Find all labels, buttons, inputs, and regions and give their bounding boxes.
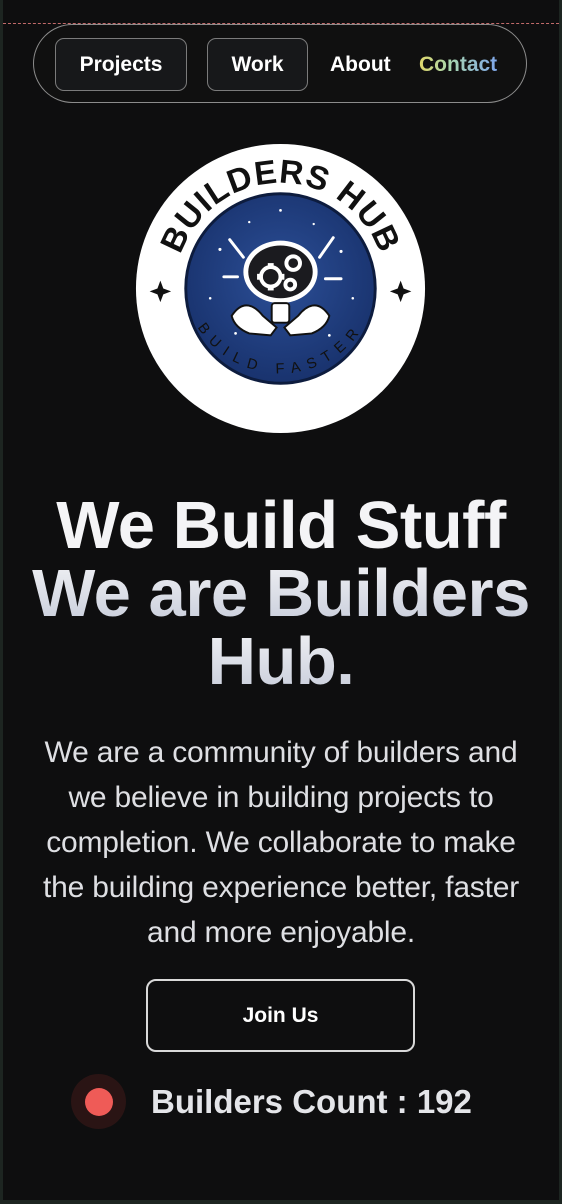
headline-line-3: Hub. bbox=[3, 628, 559, 696]
status-dot-halo bbox=[71, 1074, 126, 1129]
nav-work-button[interactable]: Work bbox=[207, 38, 308, 91]
builders-count-value: 192 bbox=[416, 1083, 472, 1120]
page: Projects Work About Contact BUILDERS HUB… bbox=[3, 0, 559, 1200]
nav-contact-link[interactable]: Contact bbox=[419, 38, 497, 91]
nav-about-link[interactable]: About bbox=[330, 38, 391, 91]
navbar: Projects Work About Contact bbox=[33, 24, 527, 103]
headline-line-2: We are Builders bbox=[3, 560, 559, 628]
builders-count: Builders Count : 192 bbox=[71, 1074, 531, 1130]
hero-headline: We Build Stuff We are Builders Hub. bbox=[3, 492, 559, 696]
builders-count-label: Builders Count : bbox=[151, 1083, 417, 1120]
join-us-button[interactable]: Join Us bbox=[146, 979, 415, 1052]
hero-description: We are a community of builders and we be… bbox=[42, 736, 520, 949]
headline-line-1: We Build Stuff bbox=[56, 488, 506, 563]
builders-count-text: Builders Count : 192 bbox=[151, 1080, 472, 1124]
nav-projects-button[interactable]: Projects bbox=[55, 38, 187, 91]
builders-hub-logo: BUILDERS HUB BUILD FASTER bbox=[135, 143, 426, 434]
status-dot-icon bbox=[85, 1088, 113, 1116]
